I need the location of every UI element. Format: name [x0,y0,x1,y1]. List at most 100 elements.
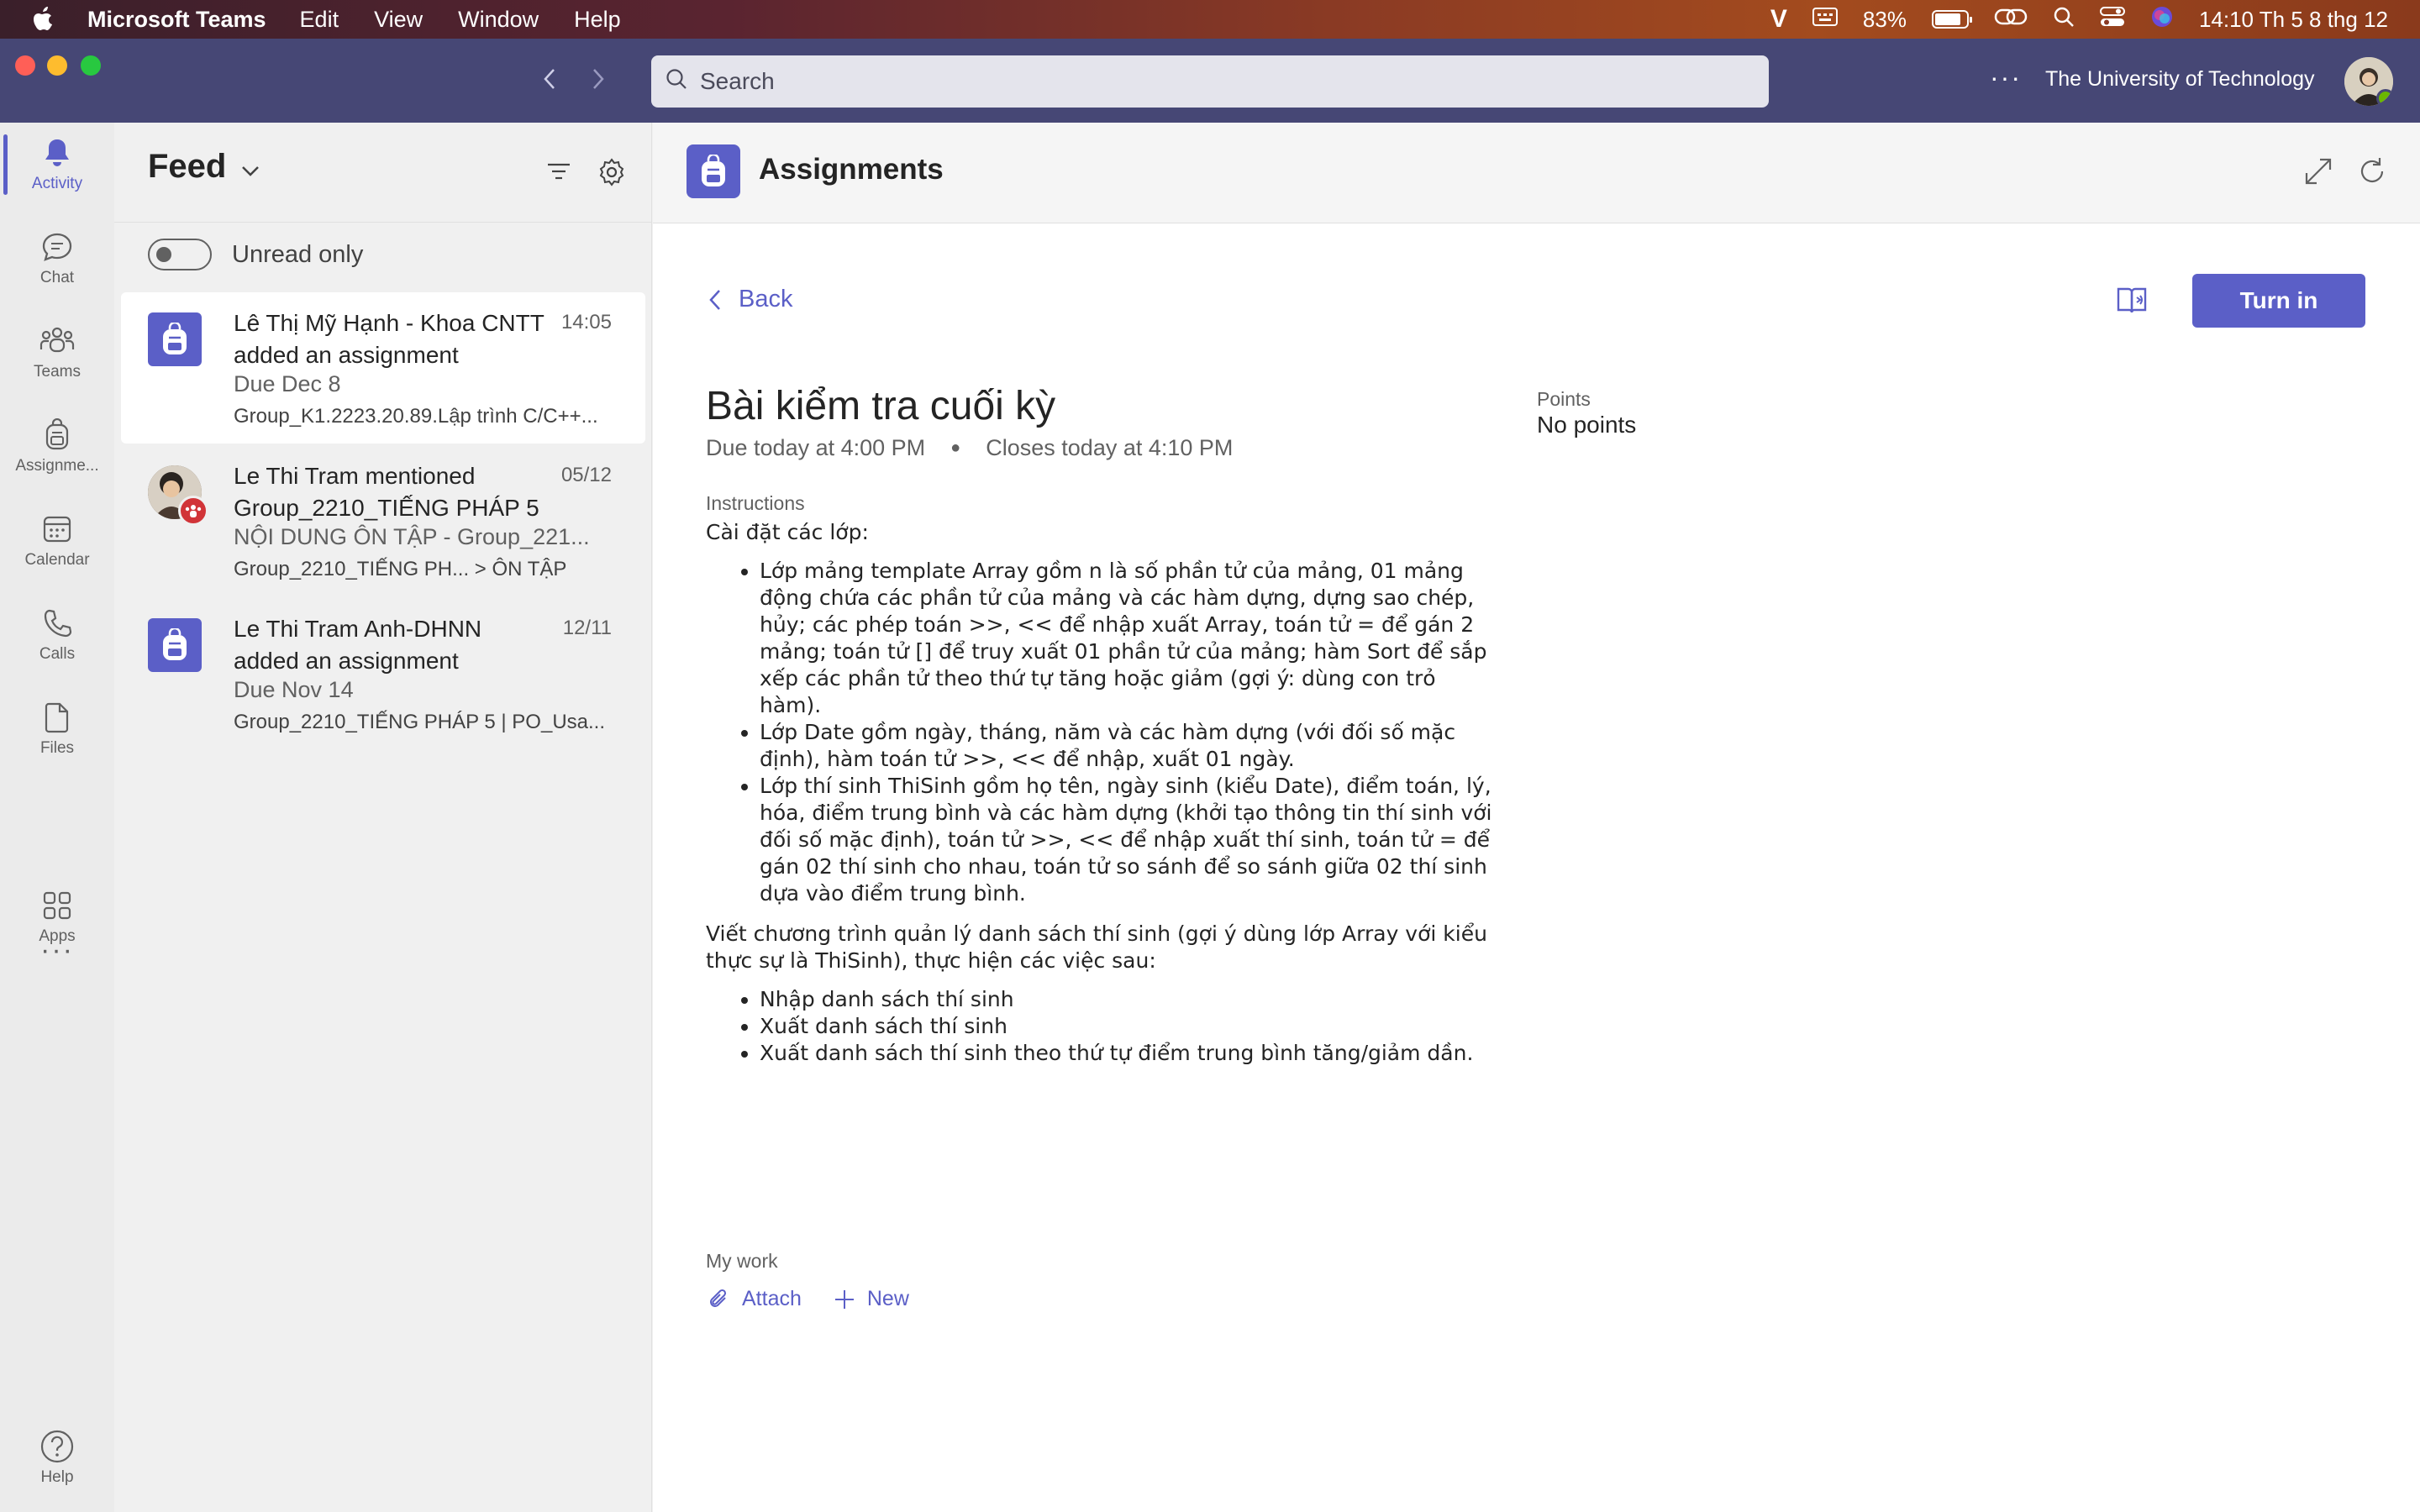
list-item: Lớp Date gồm ngày, tháng, năm và các hàm… [760,719,1496,773]
instructions-label: Instructions [706,492,805,514]
rail-item-files[interactable]: Files [0,687,114,771]
feed-item[interactable]: Le Thi Tram mentioned Group_2210_TIẾNG P… [121,445,645,596]
search-input[interactable] [700,68,1708,95]
team-badge-icon [178,496,208,526]
attach-button[interactable]: Attach [708,1287,802,1311]
feed-item-time: 14:05 [560,311,612,333]
menu-clock[interactable]: 14:10 Th 5 8 thg 12 [2199,7,2388,33]
rail-item-apps[interactable]: Apps [0,875,114,959]
menu-view[interactable]: View [374,7,423,33]
feed-item-subtitle: NỘI DUNG ÔN TẬP - Group_221... [234,524,590,549]
paperclip-icon [710,1289,727,1307]
feed-item-time: 12/11 [562,617,612,639]
back-arrow-icon[interactable] [533,62,566,96]
app-rail: Activity Chat Teams Assignme... Calendar… [0,123,114,1512]
close-window-button[interactable] [15,55,35,76]
calendar-icon [43,516,71,543]
rail-item-activity[interactable]: Activity [0,123,114,207]
feed-item-time: 05/12 [560,464,612,486]
assignment-dates: Due today at 4:00 PM ● Closes today at 4… [706,435,1233,461]
bell-icon [45,139,69,166]
expand-icon[interactable] [2303,156,2333,191]
my-work-actions: Attach New [708,1287,909,1311]
minimize-window-button[interactable] [47,55,67,76]
rail-item-teams[interactable]: Teams [0,311,114,395]
link-icon[interactable] [1994,7,2028,33]
rail-item-calendar[interactable]: Calendar [0,499,114,583]
zoom-window-button[interactable] [81,55,101,76]
assignment-app-icon [148,618,202,672]
back-button[interactable]: Back [708,286,792,313]
immersive-reader-icon[interactable] [2115,284,2149,320]
rail-label-chat: Chat [39,269,75,286]
feed-item[interactable]: Lê Thị Mỹ Hạnh - Khoa CNTT added an assi… [121,292,645,444]
rail-item-calls[interactable]: Calls [0,593,114,677]
battery-icon[interactable] [1931,10,1972,29]
battery-percent: 83% [1862,6,1907,32]
feed-title: Feed [148,148,227,185]
more-options-icon[interactable]: ··· [1990,62,2022,93]
feed-header[interactable]: Feed [148,148,260,186]
rail-label-teams: Teams [34,363,81,381]
refresh-icon[interactable] [2357,156,2387,191]
chevron-left-icon [709,289,720,310]
chat-icon [42,233,72,261]
class-list: Lớp mảng template Array gồm n là số phần… [760,558,1496,907]
menu-app-name[interactable]: Microsoft Teams [87,7,266,33]
help-icon [40,1430,74,1463]
list-item: Lớp thí sinh ThiSinh gồm họ tên, ngày si… [760,773,1496,907]
forward-arrow-icon[interactable] [581,62,615,96]
macos-menu-bar: Microsoft Teams Edit View Window Help V … [0,0,2420,39]
keyboard-icon[interactable] [1812,7,1838,33]
unread-only-toggle[interactable] [148,239,212,270]
vpn-icon[interactable]: V [1770,5,1787,34]
feed-item-context: Group_2210_TIẾNG PH... > ÔN TẬP [234,558,567,580]
assignments-app-icon [687,144,740,198]
rail-label-apps: Apps [39,927,76,945]
spotlight-icon[interactable] [2053,6,2075,34]
menu-edit[interactable]: Edit [300,7,339,33]
filter-icon[interactable] [545,158,572,191]
teams-icon [39,327,75,353]
rail-label-calls: Calls [39,645,76,663]
turn-in-button[interactable]: Turn in [2192,274,2365,328]
menu-window[interactable]: Window [458,7,539,33]
assignment-title: Bài kiểm tra cuối kỳ [706,384,1056,428]
plus-icon [834,1289,854,1309]
online-status-icon [2376,89,2393,106]
control-center-icon[interactable] [2099,6,2125,34]
profile-avatar[interactable] [2344,57,2393,106]
org-name[interactable]: The University of Technology [2045,67,2315,92]
main-header: Assignments [653,123,2420,223]
rail-item-assignments[interactable]: Assignme... [0,405,114,489]
points-value: No points [1537,412,1637,438]
settings-gear-icon[interactable] [597,158,626,191]
chevron-down-icon [241,148,260,186]
my-work-label: My work [706,1250,778,1272]
feed-item-context: Group_K1.2223.20.89.Lập trình C/C++... [234,405,598,428]
rail-item-chat[interactable]: Chat [0,217,114,301]
teams-title-bar: ··· The University of Technology [0,39,2420,123]
page-title: Assignments [759,153,944,186]
file-icon [45,702,69,733]
search-box[interactable] [651,55,1769,108]
feed-item-title: Lê Thị Mỹ Hạnh - Khoa CNTT added an assi… [234,310,544,368]
phone-icon [44,609,72,638]
list-item: Xuất danh sách thí sinh theo thứ tự điểm… [760,1040,1496,1067]
help-button[interactable]: Help [0,1428,114,1487]
assignments-main: Assignments Back Turn in Bài kiểm tra cu… [653,123,2420,1512]
points-label: Points [1537,388,1591,410]
new-button[interactable]: New [834,1287,909,1311]
list-item: Lớp mảng template Array gồm n là số phần… [760,558,1496,719]
feed-item-context: Group_2210_TIẾNG PHÁP 5 | PO_Usa... [234,711,606,733]
menu-help[interactable]: Help [574,7,621,33]
back-label: Back [739,286,793,312]
feed-item[interactable]: Le Thi Tram Anh-DHNN added an assignment… [121,598,645,749]
unread-only-row: Unread only [148,239,363,270]
rail-label-assignments: Assignme... [15,457,99,475]
siri-icon[interactable] [2150,5,2174,34]
list-item: Nhập danh sách thí sinh [760,986,1496,1013]
apple-icon[interactable] [32,6,55,33]
due-date: Due today at 4:00 PM [706,435,926,460]
program-intro: Viết chương trình quản lý danh sách thí … [706,921,1487,973]
